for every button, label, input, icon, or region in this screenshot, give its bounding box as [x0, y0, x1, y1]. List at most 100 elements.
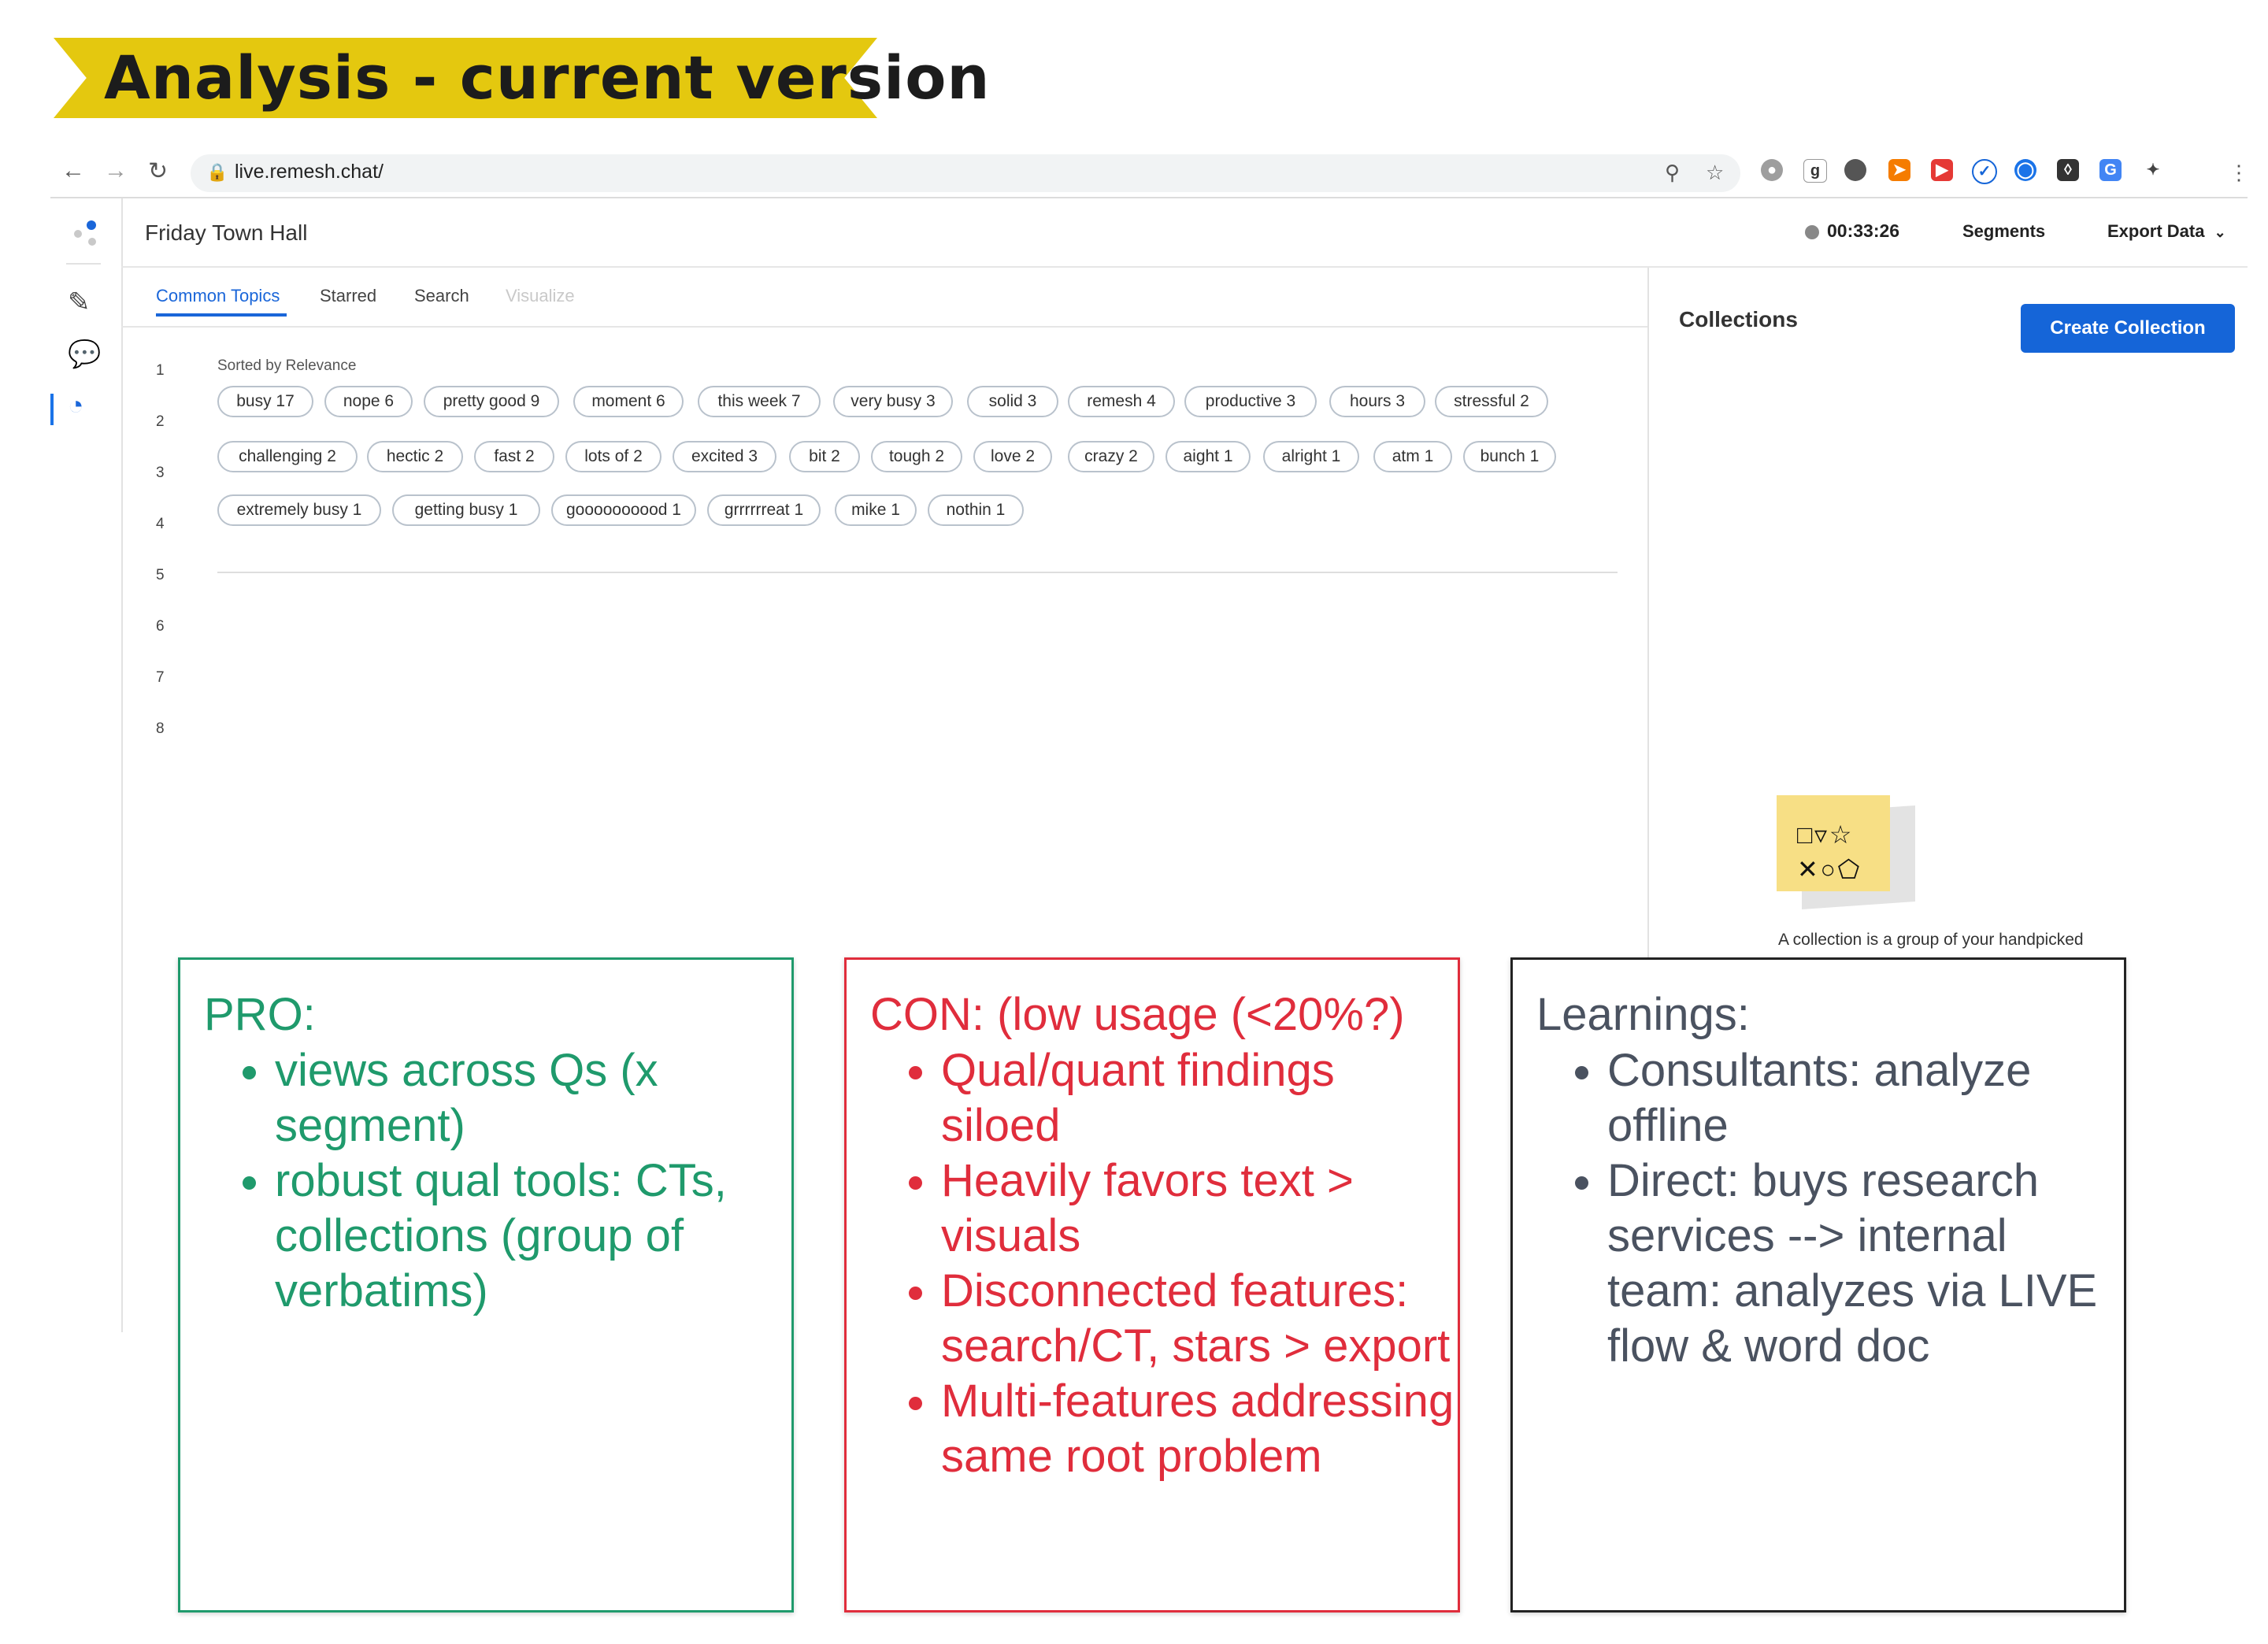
sidebar-selected-indicator [50, 394, 54, 425]
extension-icon[interactable]: ● [1761, 159, 1783, 181]
con-item: Multi-features addressing same root prob… [941, 1374, 1458, 1484]
topic-chip[interactable]: lots of 2 [565, 441, 662, 472]
con-item: Heavily favors text > visuals [941, 1153, 1458, 1264]
topic-chip[interactable]: bunch 1 [1463, 441, 1556, 472]
collection-empty-caption: A collection is a group of your handpick… [1778, 931, 2084, 949]
session-title: Friday Town Hall [145, 220, 308, 245]
topic-chip[interactable]: mike 1 [835, 494, 917, 526]
extension-icon[interactable]: G [2099, 159, 2122, 181]
collections-title: Collections [1679, 307, 1798, 331]
extension-icon[interactable]: g [1803, 159, 1827, 183]
panel-divider [1647, 268, 1649, 961]
topic-chip[interactable]: fast 2 [474, 441, 554, 472]
tab-search[interactable]: Search [414, 286, 469, 306]
con-heading: CON: (low usage (<20%?) [870, 989, 1405, 1040]
con-box: CON: (low usage (<20%?) Qual/quant findi… [844, 957, 1460, 1613]
create-collection-button[interactable]: Create Collection [2021, 304, 2235, 353]
topic-chip[interactable]: extremely busy 1 [217, 494, 381, 526]
chevron-down-icon: ⌄ [2214, 224, 2226, 240]
extension-icon[interactable]: ✓ [1972, 159, 1997, 184]
con-item: Qual/quant findings siloed [941, 1043, 1458, 1153]
tab-starred[interactable]: Starred [320, 286, 376, 306]
extension-icon[interactable]: ➤ [1888, 159, 1910, 181]
slide-title: Analysis - current version [104, 43, 991, 113]
topic-chip[interactable]: busy 17 [217, 386, 313, 417]
logo-icon [88, 238, 96, 246]
topic-chip[interactable]: aight 1 [1166, 441, 1251, 472]
export-data-label: Export Data [2107, 221, 2205, 241]
logo-icon [74, 230, 82, 238]
pro-item: views across Qs (x segment) [275, 1043, 791, 1153]
reload-icon[interactable]: ↻ [148, 157, 168, 185]
edit-icon[interactable]: ✎ [68, 287, 91, 318]
tab-visualize: Visualize [506, 286, 575, 305]
topic-chip[interactable]: love 2 [973, 441, 1052, 472]
topic-chip[interactable]: atm 1 [1373, 441, 1452, 472]
tab-common-topics[interactable]: Common Topics [156, 286, 280, 306]
active-tab-indicator [156, 313, 287, 317]
topic-chip[interactable]: hectic 2 [367, 441, 463, 472]
segments-button[interactable]: Segments [1962, 221, 2045, 242]
lock-icon: 🔒 [206, 162, 228, 182]
topic-chip[interactable]: remesh 4 [1068, 386, 1175, 417]
learnings-list: Consultants: analyze offline Direct: buy… [1536, 1043, 2124, 1374]
con-list: Qual/quant findings siloed Heavily favor… [870, 1043, 1458, 1484]
divider [50, 197, 2248, 198]
forward-arrow-icon[interactable]: → [104, 157, 128, 184]
shapes-icon: □ ▿ ☆ ✕ ○ ⬠ [1797, 820, 1860, 883]
topic-chip[interactable]: stressful 2 [1435, 386, 1548, 417]
pro-item: robust qual tools: CTs, collections (gro… [275, 1153, 791, 1319]
topic-chip[interactable]: moment 6 [573, 386, 684, 417]
extension-icon[interactable] [1844, 159, 1866, 181]
pro-heading: PRO: [204, 989, 316, 1040]
zoom-icon[interactable]: ⚲ [1665, 161, 1680, 185]
extension-icon[interactable]: ◊ [2057, 159, 2079, 181]
extension-icon[interactable]: ▶ [1931, 159, 1953, 181]
topic-chip[interactable]: productive 3 [1184, 386, 1317, 417]
chat-icon[interactable]: 💬 [68, 339, 101, 370]
topic-chip[interactable]: alright 1 [1263, 441, 1359, 472]
row-number: 1 [156, 362, 165, 379]
divider [66, 263, 101, 265]
topic-chip[interactable]: solid 3 [967, 386, 1058, 417]
divider [121, 266, 2248, 268]
topic-chip[interactable]: tough 2 [871, 441, 962, 472]
topic-chip[interactable]: crazy 2 [1068, 441, 1154, 472]
row-number: 4 [156, 516, 165, 532]
topic-chip[interactable]: getting busy 1 [392, 494, 540, 526]
topic-chip[interactable]: nothin 1 [928, 494, 1024, 526]
topic-chip[interactable]: goooooooood 1 [551, 494, 696, 526]
topic-chip[interactable]: nope 6 [324, 386, 413, 417]
topic-chip[interactable]: pretty good 9 [424, 386, 559, 417]
menu-dots-icon[interactable]: ⋮ [2229, 161, 2249, 185]
logo-icon [87, 220, 96, 230]
recording-indicator-icon [1805, 225, 1819, 239]
learnings-heading: Learnings: [1536, 989, 1750, 1040]
topic-chip[interactable]: this week 7 [698, 386, 821, 417]
topic-chip[interactable]: bit 2 [789, 441, 860, 472]
topic-chip[interactable]: excited 3 [673, 441, 776, 472]
learnings-item: Direct: buys research services --> inter… [1607, 1153, 2124, 1374]
extension-icon[interactable]: ◯ [2014, 159, 2036, 181]
learnings-item: Consultants: analyze offline [1607, 1043, 2124, 1153]
export-data-button[interactable]: Export Data ⌄ [2107, 221, 2226, 242]
topic-chip[interactable]: challenging 2 [217, 441, 358, 472]
divider [217, 572, 1618, 573]
star-icon[interactable]: ☆ [1706, 161, 1724, 185]
analysis-chart-icon[interactable]: ◔ [68, 391, 84, 421]
row-number: 5 [156, 567, 165, 583]
row-number: 6 [156, 618, 165, 635]
pro-list: views across Qs (x segment) robust qual … [204, 1043, 791, 1319]
topic-chip[interactable]: very busy 3 [833, 386, 953, 417]
back-arrow-icon[interactable]: ← [61, 157, 85, 184]
learnings-box: Learnings: Consultants: analyze offline … [1510, 957, 2126, 1613]
row-number: 8 [156, 720, 165, 737]
sort-label: Sorted by Relevance [217, 357, 357, 374]
sidebar-divider [121, 198, 123, 1332]
topic-chip[interactable]: grrrrrreat 1 [707, 494, 821, 526]
row-number: 2 [156, 413, 165, 430]
puzzle-icon[interactable]: ✦ [2142, 159, 2164, 181]
topic-chip[interactable]: hours 3 [1329, 386, 1425, 417]
address-bar[interactable] [191, 154, 1740, 192]
url-text[interactable]: live.remesh.chat/ [235, 161, 384, 183]
